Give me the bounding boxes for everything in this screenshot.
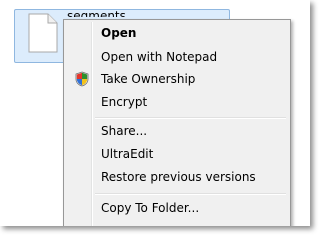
menu-item-label: Share... [101, 124, 148, 138]
menu-item-label: Take Ownership [101, 72, 196, 86]
menu-item-open-with-notepad[interactable]: Open with Notepad [66, 46, 288, 68]
file-name-label[interactable]: segments [67, 8, 126, 17]
menu-item-take-ownership[interactable]: Take Ownership [66, 68, 288, 90]
context-menu: Open Open with Notepad Take Ownership En… [63, 19, 291, 226]
menu-item-label: UltraEdit [101, 147, 154, 161]
menu-item-label: Open with Notepad [101, 50, 218, 64]
menu-item-copy-to-folder[interactable]: Copy To Folder... [66, 197, 288, 219]
menu-separator [95, 117, 286, 119]
menu-item-share[interactable]: Share... [66, 120, 288, 142]
menu-separator [95, 193, 286, 195]
uac-shield-icon [75, 71, 89, 87]
menu-item-label: Encrypt [101, 95, 148, 109]
menu-item-open[interactable]: Open [66, 22, 288, 44]
menu-item-restore-previous-versions[interactable]: Restore previous versions [66, 166, 288, 188]
menu-item-encrypt[interactable]: Encrypt [66, 91, 288, 113]
document-file-icon[interactable] [28, 13, 58, 53]
menu-item-ultraedit[interactable]: UltraEdit [66, 143, 288, 165]
menu-item-label: Restore previous versions [101, 170, 256, 184]
explorer-window: segments Open Open with Notepad Take Own… [0, 0, 310, 226]
menu-item-label: Copy To Folder... [101, 201, 200, 215]
menu-item-label: Open [101, 26, 137, 40]
